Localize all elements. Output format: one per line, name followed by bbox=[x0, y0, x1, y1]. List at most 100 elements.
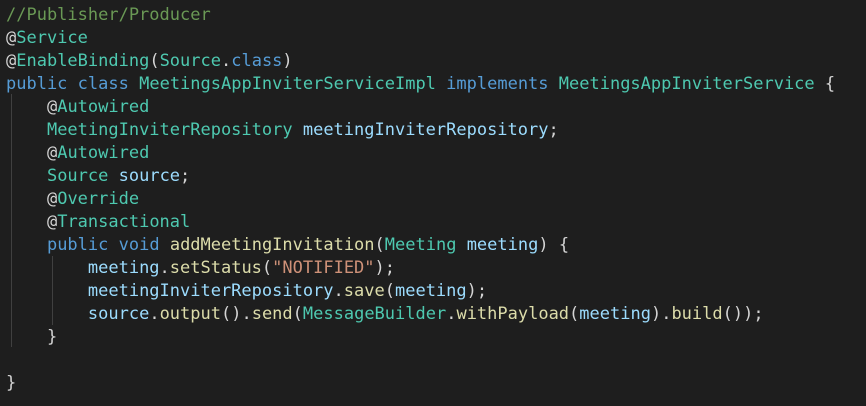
code-token-punc bbox=[6, 189, 47, 209]
code-token-punc: ) bbox=[282, 51, 293, 71]
code-token-type: MessageBuilder bbox=[302, 304, 447, 324]
code-token-punc: . bbox=[333, 281, 344, 301]
code-token-comment: //Publisher/Producer bbox=[6, 5, 211, 25]
code-token-fn: addMeetingInvitation bbox=[169, 235, 375, 255]
code-token-punc: . bbox=[220, 51, 232, 71]
code-line[interactable]: source.output().send(MessageBuilder.with… bbox=[6, 303, 764, 326]
code-token-punc bbox=[6, 258, 88, 278]
code-token-punc bbox=[129, 74, 139, 94]
code-token-var: meeting bbox=[579, 304, 651, 324]
code-token-var: source bbox=[87, 304, 150, 324]
code-token-punc bbox=[549, 74, 559, 94]
code-token-punc bbox=[6, 166, 47, 186]
code-token-punc: ; bbox=[180, 166, 191, 186]
code-token-punc bbox=[293, 120, 303, 140]
code-token-punc: } bbox=[6, 327, 58, 347]
code-line[interactable]: @Autowired bbox=[6, 142, 149, 165]
code-token-type: EnableBinding bbox=[16, 51, 150, 71]
code-token-kw: class bbox=[231, 51, 283, 71]
code-token-punc: ( bbox=[149, 51, 160, 71]
code-token-punc bbox=[436, 74, 446, 94]
code-token-punc: ) { bbox=[538, 235, 570, 255]
code-token-var: meeting bbox=[394, 281, 467, 301]
code-line[interactable]: @Override bbox=[6, 188, 139, 211]
code-token-punc bbox=[6, 235, 47, 255]
code-token-at: @ bbox=[6, 51, 17, 71]
code-token-punc: ( bbox=[384, 281, 395, 301]
code-token-punc: ( bbox=[569, 304, 580, 324]
code-token-var: meeting bbox=[466, 235, 539, 255]
code-token-at: @ bbox=[6, 28, 17, 48]
code-token-type: Service bbox=[16, 28, 88, 48]
code-line[interactable]: @EnableBinding(Source.class) bbox=[6, 50, 293, 73]
code-token-fn: setStatus bbox=[169, 258, 262, 278]
code-token-punc: } bbox=[6, 373, 17, 393]
code-token-type: Override bbox=[57, 189, 140, 209]
code-token-type: Transactional bbox=[57, 212, 191, 232]
code-token-var: meetingInviterRepository bbox=[302, 120, 549, 140]
code-line[interactable]: meetingInviterRepository.save(meeting); bbox=[6, 280, 487, 303]
code-line[interactable]: @Autowired bbox=[6, 96, 149, 119]
code-token-punc bbox=[108, 166, 118, 186]
code-token-type: Source bbox=[159, 51, 221, 71]
code-token-punc: . bbox=[446, 304, 457, 324]
code-token-punc bbox=[6, 304, 88, 324]
code-token-at: @ bbox=[46, 212, 58, 232]
code-token-punc bbox=[6, 120, 47, 140]
code-token-kw: class bbox=[77, 74, 129, 94]
code-line[interactable]: Source source; bbox=[6, 165, 190, 188]
code-token-at: @ bbox=[46, 189, 58, 209]
code-token-punc: (). bbox=[220, 304, 252, 324]
code-token-punc: ()); bbox=[722, 304, 764, 324]
code-token-punc bbox=[108, 235, 118, 255]
code-token-punc bbox=[6, 281, 88, 301]
code-token-punc: ( bbox=[374, 235, 385, 255]
code-token-punc bbox=[67, 74, 77, 94]
code-token-at: @ bbox=[46, 97, 58, 117]
code-token-var: source bbox=[118, 166, 181, 186]
code-line[interactable]: public void addMeetingInvitation(Meeting… bbox=[6, 234, 569, 257]
code-token-at: @ bbox=[46, 143, 58, 163]
code-token-fn: build bbox=[671, 304, 723, 324]
code-token-fn: send bbox=[251, 304, 293, 324]
code-line[interactable]: public class MeetingsAppInviterServiceIm… bbox=[6, 73, 835, 96]
code-token-punc: . bbox=[159, 258, 170, 278]
code-token-fn: withPayload bbox=[456, 304, 570, 324]
code-token-type: Autowired bbox=[57, 143, 150, 163]
code-token-punc bbox=[6, 97, 47, 117]
code-editor[interactable]: //Publisher/Producer @Service @EnableBindi… bbox=[0, 0, 866, 406]
code-token-punc: ; bbox=[548, 120, 559, 140]
code-token-kw: public bbox=[46, 235, 109, 255]
code-line[interactable]: } bbox=[6, 326, 57, 349]
code-line[interactable]: //Publisher/Producer bbox=[6, 4, 211, 27]
code-token-punc: ). bbox=[650, 304, 672, 324]
code-token-str: "NOTIFIED" bbox=[272, 258, 375, 278]
code-line[interactable]: @Service bbox=[6, 27, 88, 50]
code-token-punc: ( bbox=[292, 304, 303, 324]
code-token-punc bbox=[160, 235, 170, 255]
code-token-var: meeting bbox=[87, 258, 160, 278]
code-line[interactable]: } bbox=[6, 372, 16, 395]
code-token-punc bbox=[6, 143, 47, 163]
code-token-type: Autowired bbox=[57, 97, 150, 117]
code-line[interactable]: @Transactional bbox=[6, 211, 190, 234]
code-token-kw: void bbox=[118, 235, 160, 255]
code-token-type: Source bbox=[46, 166, 109, 186]
code-token-type: MeetingInviterRepository bbox=[46, 120, 293, 140]
code-token-kw: implements bbox=[446, 74, 549, 94]
code-token-var: meetingInviterRepository bbox=[87, 281, 334, 301]
code-line[interactable]: MeetingInviterRepository meetingInviterR… bbox=[6, 119, 559, 142]
code-token-punc: . bbox=[149, 304, 160, 324]
code-token-kw: public bbox=[6, 74, 68, 94]
code-token-fn: output bbox=[159, 304, 221, 324]
code-token-type: Meeting bbox=[384, 235, 457, 255]
code-token-fn: save bbox=[343, 281, 385, 301]
code-line[interactable]: meeting.setStatus("NOTIFIED"); bbox=[6, 257, 395, 280]
code-token-type: MeetingsAppInviterService bbox=[558, 74, 815, 94]
code-token-punc bbox=[456, 235, 466, 255]
code-token-punc: ); bbox=[466, 281, 488, 301]
code-token-punc: ( bbox=[261, 258, 273, 278]
code-token-punc: ); bbox=[374, 258, 396, 278]
code-token-type: MeetingsAppInviterServiceImpl bbox=[139, 74, 436, 94]
code-token-punc: { bbox=[814, 74, 836, 94]
